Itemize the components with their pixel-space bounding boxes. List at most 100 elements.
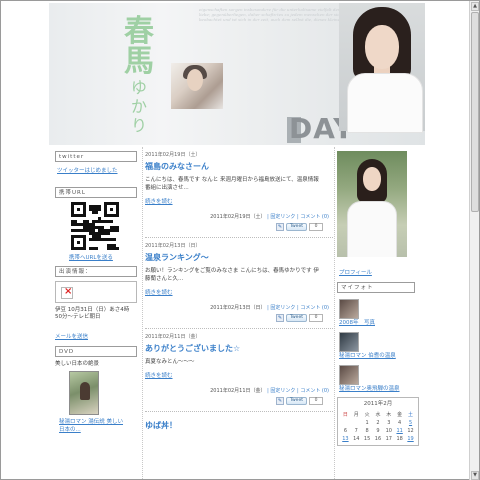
post-date: 2011年02月19日（土） <box>145 152 201 158</box>
post-footer-time[interactable]: 2011年02月11日（金） <box>210 388 265 394</box>
calendar-day: 10 <box>385 428 392 434</box>
calendar-day: 8 <box>365 428 369 434</box>
twitter-link[interactable]: ツイッターはじめました <box>57 168 118 174</box>
calendar-day: 18 <box>396 436 403 442</box>
calendar-day <box>351 419 362 427</box>
calendar-day[interactable]: 5 <box>405 419 416 427</box>
blog-post: 2011年02月13日（日） 温泉ランキング〜 お願い！ランキングをご覧のみなさ… <box>145 243 333 329</box>
calendar-title: 2011年2月 <box>363 401 393 407</box>
share-icon[interactable]: ✎ <box>276 396 284 405</box>
logo-kana-1: ゆ <box>130 78 147 97</box>
post-title[interactable]: ありがとうございました☆ <box>145 343 333 354</box>
share-icon[interactable]: ✎ <box>276 313 284 322</box>
album-item[interactable]: 2008年 写真 <box>337 299 419 327</box>
post-excerpt: 真夏なみとん〜〜〜 <box>145 359 195 365</box>
calendar-day: 2 <box>376 420 380 426</box>
share-buttons: ✎ Tweet 0 <box>145 222 333 231</box>
calendar-day: 6 <box>343 428 348 434</box>
calendar-day[interactable]: 11 <box>394 427 405 435</box>
post-date: 2011年02月13日（日） <box>145 243 201 249</box>
post-separator <box>145 237 333 238</box>
blog-logo[interactable]: 春 馬 ゆ か り <box>121 14 157 135</box>
read-more-link[interactable]: 続きを読む <box>145 199 333 206</box>
calendar-day: 4 <box>398 420 402 426</box>
post-footer: 2011年02月19日（土） | 固定リンク | コメント (0) <box>210 214 329 220</box>
post-footer-time[interactable]: 2011年02月13日（日） <box>210 305 265 311</box>
tweet-count: 0 <box>309 222 323 231</box>
permalink-link[interactable]: 固定リンク <box>270 305 295 311</box>
mobile-url-heading: 携帯URL <box>55 187 137 198</box>
post-date: 2011年02月11日（金） <box>145 334 201 340</box>
right-sidebar: プロフィール マイフォト 2008年 写真 秘湯ロマン 伯耆の温泉 秘湯ロマン奥… <box>337 151 419 446</box>
qr-code <box>71 202 119 250</box>
album-thumbnail[interactable] <box>339 332 359 352</box>
tweet-count: 0 <box>309 313 323 322</box>
calendar-day: 7 <box>354 428 358 434</box>
send-url-to-mobile-link[interactable]: 携帯へURLを送る <box>69 255 113 261</box>
comments-link[interactable]: コメント (0) <box>300 305 329 311</box>
calendar-day[interactable]: 19 <box>405 435 416 443</box>
calendar-weekday: 木 <box>386 412 392 418</box>
blog-post: 2011年02月19日（土） 福島のみなさーん こんにちは、春馬です なんと 来… <box>145 152 333 238</box>
post-title[interactable]: ゆば丼！ <box>145 420 333 431</box>
calendar-day: 14 <box>353 436 360 442</box>
calendar-day: 16 <box>374 436 382 442</box>
profile-link[interactable]: プロフィール <box>339 270 372 276</box>
post-footer-time[interactable]: 2011年02月19日（土） <box>210 214 265 220</box>
logo-kana-2: か <box>130 97 147 116</box>
post-title[interactable]: 福島のみなさーん <box>145 161 333 172</box>
myphoto-heading: マイフォト <box>337 282 415 293</box>
scroll-up-arrow-icon[interactable]: ▲ <box>471 2 479 11</box>
post-title[interactable]: 温泉ランキング〜 <box>145 252 333 263</box>
share-icon[interactable]: ✎ <box>276 222 284 231</box>
calendar-weekday: 火 <box>364 412 370 418</box>
post-separator <box>145 328 333 329</box>
scroll-down-arrow-icon[interactable]: ▼ <box>471 471 479 480</box>
permalink-link[interactable]: 固定リンク <box>270 388 295 394</box>
tweet-count: 0 <box>309 396 323 405</box>
calendar-weekday: 金 <box>397 412 403 418</box>
calendar-day: 17 <box>385 436 392 442</box>
tweet-button[interactable]: Tweet <box>286 222 307 231</box>
album-item[interactable]: 秘湯ロマン奥飛騨の温泉 <box>337 365 419 393</box>
blog-header-banner: eigenschaften sorgen insbesondere für di… <box>49 3 425 145</box>
album-thumbnail[interactable] <box>339 365 359 385</box>
comments-link[interactable]: コメント (0) <box>300 214 329 220</box>
album-link[interactable]: 2008年 写真 <box>339 320 375 326</box>
calendar-weekday: 月 <box>353 412 359 418</box>
header-main-photo <box>339 3 425 133</box>
scrollbar-thumb[interactable] <box>471 12 479 212</box>
twitter-heading: twitter <box>55 151 137 162</box>
read-more-link[interactable]: 続きを読む <box>145 373 333 380</box>
appearance-info-heading: 出演情報： <box>55 266 137 277</box>
calendar-day: 3 <box>387 420 391 426</box>
appearance-info-text: 伊豆 10月31日（日）あさ4時50分〜テレビ朝日 <box>55 307 130 320</box>
calendar-weekday: 水 <box>375 412 381 418</box>
permalink-link[interactable]: 固定リンク <box>270 214 295 220</box>
vertical-scrollbar[interactable]: ▲ ▼ <box>469 1 479 480</box>
send-mail-link[interactable]: メールを送信 <box>55 334 88 340</box>
post-footer: 2011年02月11日（金） | 固定リンク | コメント (0) <box>210 388 329 394</box>
tweet-button[interactable]: Tweet <box>286 313 307 322</box>
album-thumbnail[interactable] <box>339 299 359 319</box>
logo-char-2: 馬 <box>124 44 154 79</box>
tweet-button[interactable]: Tweet <box>286 396 307 405</box>
column-divider-right <box>334 147 335 480</box>
calendar-day: 12 <box>407 428 414 434</box>
blog-posts: 2011年02月19日（土） 福島のみなさーん こんにちは、春馬です なんと 来… <box>145 147 333 431</box>
dvd-item-link[interactable]: 秘湯ロマン 湯伝説 美しい日本の... <box>59 419 123 433</box>
calendar-weekday: 日 <box>342 412 348 418</box>
comments-link[interactable]: コメント (0) <box>300 388 329 394</box>
album-item[interactable]: 秘湯ロマン 伯耆の温泉 <box>337 332 419 360</box>
calendar-day[interactable]: 13 <box>340 435 351 443</box>
read-more-link[interactable]: 続きを読む <box>145 290 333 297</box>
calendar-grid: 日月火水木金土 1 2 3 4 5 6 7 8 9 10 11 12 13 14 15 16 17 18 19 <box>340 411 416 443</box>
album-link[interactable]: 秘湯ロマン 伯耆の温泉 <box>339 353 396 359</box>
post-excerpt: こんにちは、春馬です なんと 来週月曜日から福島放送にて、温泉情報番組に出演させ… <box>145 177 319 191</box>
dvd-title: 美しい日本の絶景 <box>55 361 100 367</box>
logo-char-1: 春 <box>124 14 154 49</box>
album-link[interactable]: 秘湯ロマン奥飛騨の温泉 <box>339 386 400 392</box>
dvd-cover-image[interactable] <box>69 371 99 415</box>
blog-post: ゆば丼！ <box>145 420 333 431</box>
profile-photo[interactable] <box>337 151 407 257</box>
